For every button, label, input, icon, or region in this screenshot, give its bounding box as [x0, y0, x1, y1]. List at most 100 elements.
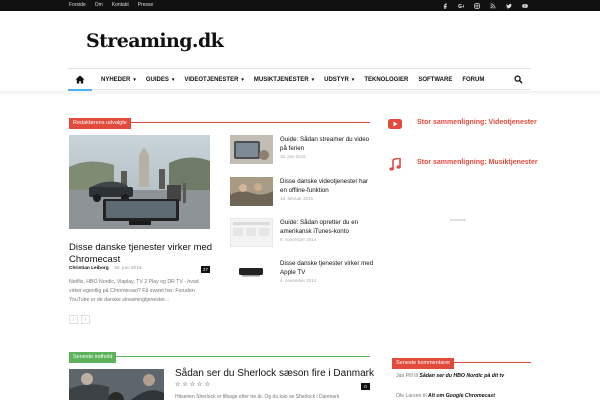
post-title[interactable]: Disse danske tjenester virker med Apple …: [280, 259, 375, 277]
nav-home[interactable]: [68, 69, 92, 91]
block-title: Seneste kommentarer: [392, 358, 455, 369]
top-link-kontakt[interactable]: Kontakt: [112, 0, 129, 11]
sidebar-link-label: Stor sammenligning: Videotjenester: [417, 119, 537, 126]
youtube-play-icon: [387, 117, 403, 131]
nav-item-label: VIDEOTJENESTER: [184, 76, 239, 83]
post-title[interactable]: Guide: Sådan opretter du en amerikansk i…: [280, 218, 375, 236]
comment-post-link[interactable]: Sådan ser du HBO Nordic på dit tv: [419, 373, 504, 379]
latest-content-header: Seneste indhold: [69, 345, 370, 363]
top-link-forside[interactable]: Forside: [69, 0, 86, 11]
nav-item-teknologier[interactable]: TEKNOLOGIER: [364, 77, 408, 83]
post-thumbnail[interactable]: [230, 259, 273, 288]
top-link-presse[interactable]: Presse: [138, 0, 154, 11]
featured-post-excerpt: Netflix, HBO Nordic, Viaplay, TV 2 Play …: [69, 279, 199, 303]
latest-post-title[interactable]: Sådan ser du Sherlock sæson fire i Danma…: [175, 368, 374, 379]
nav-item-nyheder[interactable]: NYHEDER ▾: [101, 77, 136, 83]
star-icon: ☆: [204, 382, 210, 388]
site-logo[interactable]: Streaming.dk: [86, 30, 224, 52]
nav-item-guides[interactable]: GUIDES ▾: [146, 77, 175, 83]
latest-post-excerpt: Hitserien Sherlock er tilbage efter tre …: [175, 394, 340, 400]
nav-item-musiktjenester[interactable]: MUSIKTJENESTER ▾: [254, 77, 314, 83]
search-icon[interactable]: [514, 75, 523, 84]
rating-stars: ☆ ☆ ☆ ☆ ☆: [175, 382, 210, 389]
block-title[interactable]: Redaktørens udvalgte: [69, 118, 131, 129]
block-title[interactable]: Seneste indhold: [69, 352, 117, 363]
chromecast-scene-illustration: [69, 135, 210, 229]
post-date: 9. november 2014: [280, 237, 317, 242]
post-date: 19. februar 2015: [280, 196, 314, 201]
post-thumbnail[interactable]: [230, 218, 273, 247]
youtube-icon[interactable]: [522, 3, 528, 9]
ad-label: Annonce: [450, 217, 466, 222]
list-item[interactable]: Disse danske tjenester virker med Apple …: [230, 259, 375, 291]
nav-item-label: SOFTWARE: [418, 76, 453, 83]
post-author[interactable]: Christian Leiborg: [69, 266, 109, 271]
star-icon: ☆: [189, 382, 196, 388]
comment-item: Ole Larsen til Alt om Google Chromecast: [396, 393, 495, 399]
comment-connector: til: [414, 373, 418, 379]
nav-item-label: UDSTYR: [324, 76, 349, 83]
sidebar-link-videotjenester[interactable]: Stor sammenligning: Videotjenester: [387, 117, 537, 131]
sidebar-link-label: Stor sammenligning: Musiktjenester: [417, 159, 538, 166]
nav-item-label: MUSIKTJENESTER: [253, 76, 309, 83]
editors-pick-header: Redaktørens udvalgte: [69, 111, 370, 129]
post-date: 30. juni 2015: [114, 266, 142, 271]
sidebar-link-musiktjenester[interactable]: Stor sammenligning: Musiktjenester: [387, 157, 538, 171]
chevron-down-icon: ▾: [241, 76, 244, 83]
chevron-down-icon: ▾: [171, 76, 175, 83]
chevron-down-icon: ▾: [351, 76, 355, 83]
svg-text:G+: G+: [458, 3, 464, 8]
comment-count-badge[interactable]: 0: [361, 383, 370, 390]
nav-item-label: TEKNOLOGIER: [364, 76, 409, 83]
block-pager: ‹ ›: [69, 315, 90, 324]
comment-count-badge[interactable]: 27: [201, 266, 210, 273]
chevron-down-icon: ▾: [311, 76, 315, 83]
facebook-icon[interactable]: [442, 3, 448, 9]
instagram-icon[interactable]: [474, 2, 480, 9]
list-item[interactable]: Disse danske videotjenester har en offli…: [230, 177, 375, 209]
rss-icon[interactable]: [490, 3, 496, 9]
top-nav: Forside Om Kontakt Presse: [69, 0, 153, 11]
nav-item-udstyr[interactable]: UDSTYR ▾: [324, 77, 354, 83]
google-plus-icon[interactable]: G+: [458, 3, 464, 9]
chevron-down-icon: ▾: [133, 76, 136, 83]
star-icon: ☆: [175, 382, 181, 388]
nav-items: NYHEDER ▾ GUIDES ▾ VIDEOTJENESTER ▾ MUSIKTJ…: [101, 69, 484, 90]
star-icon: ☆: [182, 382, 188, 388]
post-date: 16. juni 2015: [280, 154, 306, 159]
nav-item-label: FORUM: [462, 76, 485, 83]
post-title[interactable]: Guide: Sådan streamer du video på ferien: [280, 135, 375, 153]
list-item[interactable]: Guide: Sådan streamer du video på ferien…: [230, 135, 375, 167]
comment-author: Jan Pill: [396, 373, 413, 379]
prev-page-button[interactable]: ‹: [69, 315, 78, 324]
featured-post-title[interactable]: Disse danske tjenester virker med Chrome…: [69, 242, 214, 266]
home-icon: [75, 75, 85, 84]
list-item[interactable]: Guide: Sådan opretter du en amerikansk i…: [230, 218, 375, 250]
featured-image[interactable]: [69, 135, 210, 229]
nav-item-software[interactable]: SOFTWARE: [418, 77, 452, 83]
main-nav: NYHEDER ▾ GUIDES ▾ VIDEOTJENESTER ▾ MUSIKTJ…: [68, 68, 531, 91]
nav-item-videotjenester[interactable]: VIDEOTJENESTER ▾: [184, 77, 244, 83]
nav-item-forum[interactable]: FORUM: [462, 77, 484, 83]
nav-item-label: GUIDES: [145, 76, 169, 83]
latest-post-image[interactable]: [69, 369, 164, 400]
comment-post-link[interactable]: Alt om Google Chromecast: [428, 393, 495, 399]
comment-author: Ole Larsen: [396, 393, 422, 399]
top-bar: Forside Om Kontakt Presse G+: [0, 0, 600, 11]
post-title[interactable]: Disse danske videotjenester har en offli…: [280, 177, 375, 195]
post-thumbnail[interactable]: [230, 177, 273, 206]
comment-item: Jan Pill til Sådan ser du HBO Nordic på …: [396, 373, 504, 379]
comment-connector: til: [422, 393, 427, 399]
latest-comments-header: Seneste kommentarer: [392, 351, 531, 369]
twitter-icon[interactable]: [506, 3, 512, 9]
music-note-icon: [387, 157, 403, 171]
next-page-button[interactable]: ›: [81, 315, 90, 324]
post-thumbnail[interactable]: [230, 135, 273, 164]
nav-item-label: NYHEDER: [101, 76, 131, 83]
social-links: G+: [442, 0, 528, 11]
featured-post-meta: Christian Leiborg 30. juni 2015: [69, 266, 142, 271]
top-link-om[interactable]: Om: [95, 0, 103, 11]
star-icon: ☆: [197, 382, 203, 388]
post-date: 4. november 2014: [280, 278, 317, 283]
nav-shadow: [0, 91, 600, 95]
